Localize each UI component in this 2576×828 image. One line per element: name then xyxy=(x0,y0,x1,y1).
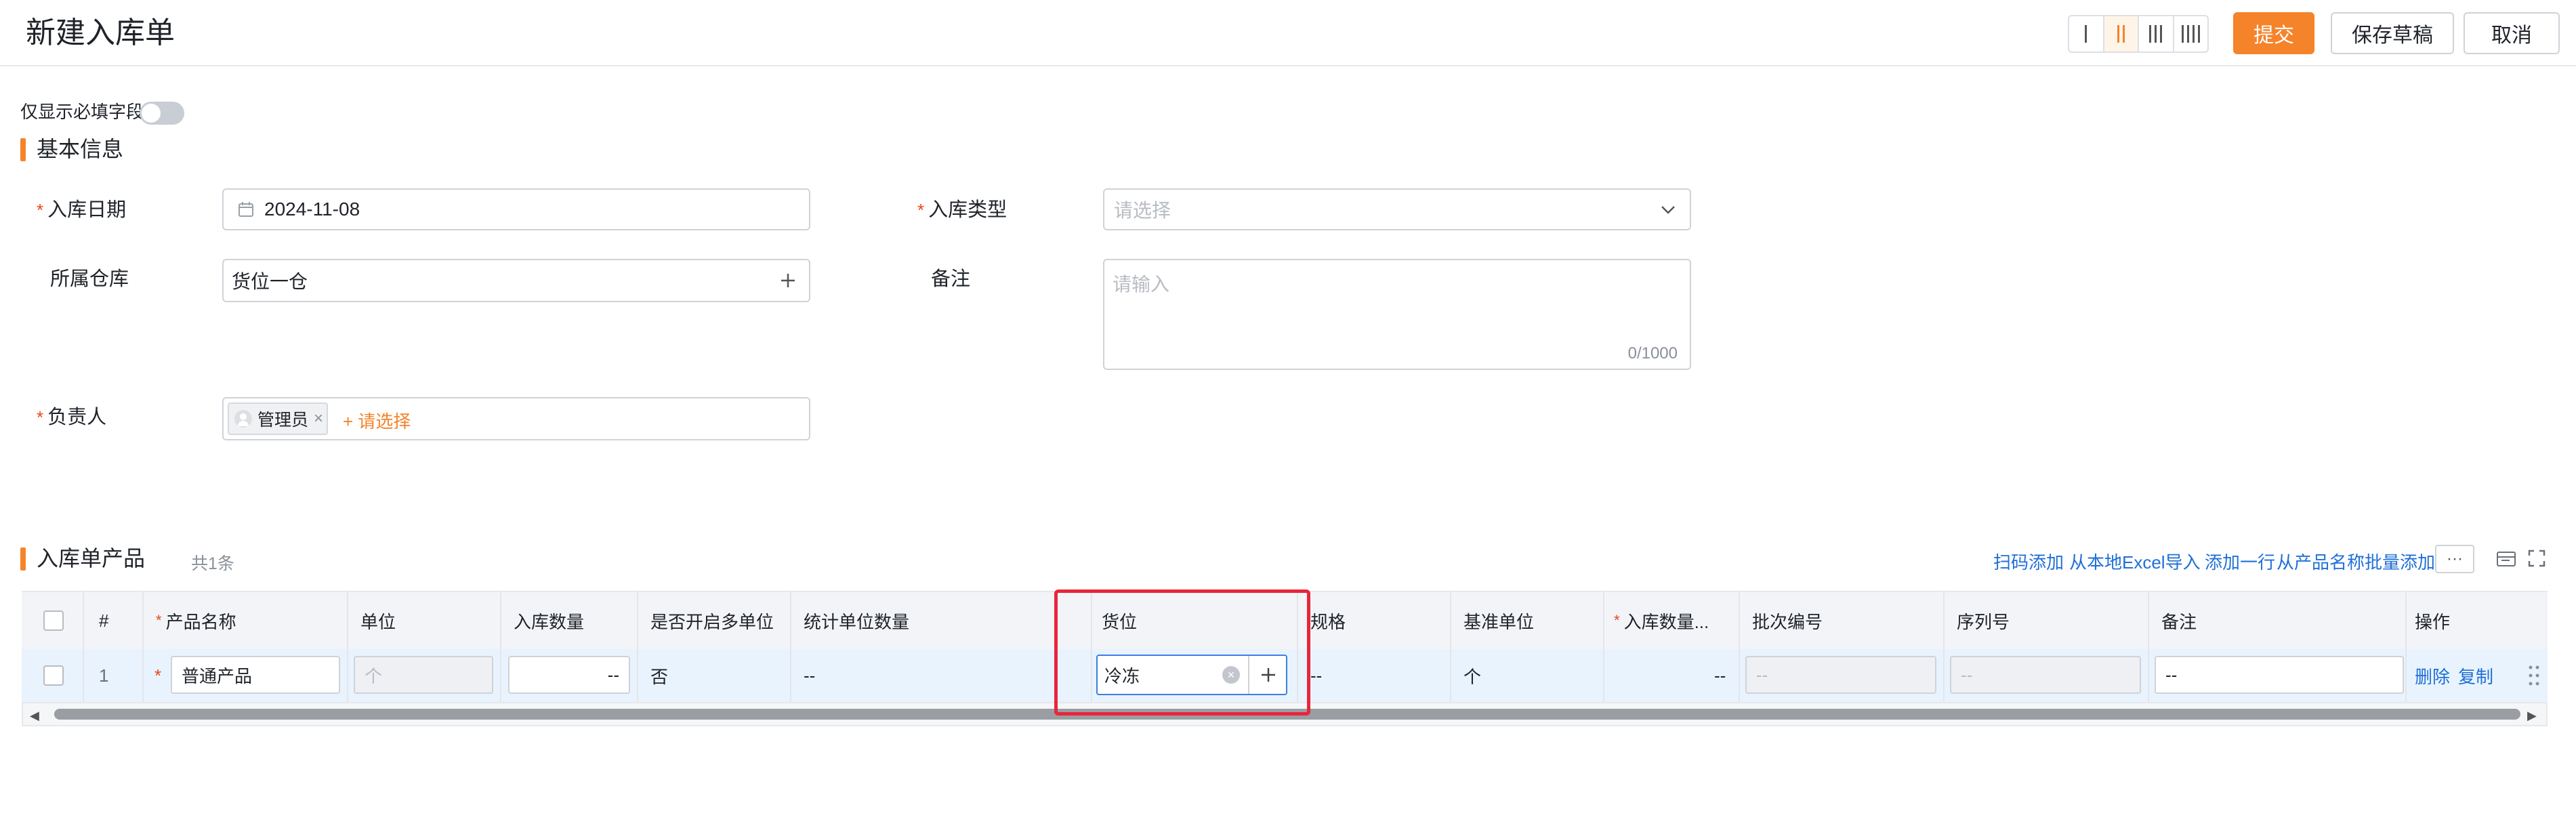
col-ops: 操作 xyxy=(2415,611,2451,632)
warehouse-input[interactable]: 货位一仓 xyxy=(222,259,810,302)
col-index: # xyxy=(99,610,109,631)
col-product-name: * 产品名称 xyxy=(156,592,236,649)
owner-tag: 管理员 × xyxy=(228,402,328,435)
required-mark: * xyxy=(37,407,44,428)
add-row-link[interactable]: 添加一行 xyxy=(2205,549,2275,574)
two-column-icon xyxy=(2117,25,2125,43)
calendar-icon xyxy=(238,202,253,217)
col-serial: 序列号 xyxy=(1957,611,2010,632)
required-mark: * xyxy=(1614,612,1620,629)
select-all-checkbox-cell xyxy=(43,592,64,649)
basic-info-title: 基本信息 xyxy=(37,137,124,161)
owner-label: * 负责人 xyxy=(37,405,106,430)
remark-char-count: 0/1000 xyxy=(1627,344,1678,363)
date-value: 2024-11-08 xyxy=(264,199,360,220)
col-quantity-base: * 入库数量... xyxy=(1614,592,1709,649)
owner-label-text: 负责人 xyxy=(47,407,107,428)
select-all-checkbox[interactable] xyxy=(43,610,64,631)
batch-input: -- xyxy=(1745,656,1936,694)
plus-icon[interactable] xyxy=(779,272,797,289)
layout-4-column-button[interactable] xyxy=(2174,16,2208,51)
save-draft-button[interactable]: 保存草稿 xyxy=(2331,12,2454,54)
scan-add-link[interactable]: 扫码添加 xyxy=(1993,549,2064,574)
date-label-text: 入库日期 xyxy=(47,199,127,221)
col-quantity: 入库数量 xyxy=(514,611,585,632)
cancel-button[interactable]: 取消 xyxy=(2464,12,2560,54)
row-checkbox[interactable] xyxy=(43,665,64,686)
type-select[interactable]: 请选择 xyxy=(1103,188,1691,230)
row-index: 1 xyxy=(99,665,109,686)
multi-unit-value: 否 xyxy=(650,666,669,687)
product-section-title: 入库单产品 xyxy=(37,546,146,571)
spec-value: -- xyxy=(1310,665,1323,686)
section-accent-bar xyxy=(20,547,26,571)
required-mark: * xyxy=(156,612,162,629)
owner-add-link[interactable]: + 请选择 xyxy=(343,408,411,433)
unit-input: 个 xyxy=(354,656,493,694)
chevron-down-icon xyxy=(1661,206,1675,214)
type-label-text: 入库类型 xyxy=(928,199,1007,221)
col-batch: 批次编号 xyxy=(1752,611,1823,632)
col-quantity-base-text: 入库数量... xyxy=(1623,611,1709,632)
warehouse-label: 所属仓库 xyxy=(50,268,129,290)
remark-input[interactable]: -- xyxy=(2155,656,2404,694)
user-avatar-icon xyxy=(234,410,252,428)
product-name-input[interactable]: 普通产品 xyxy=(171,656,340,694)
col-base-unit: 基准单位 xyxy=(1463,611,1535,632)
remove-tag-icon[interactable]: × xyxy=(314,409,323,428)
fullscreen-icon[interactable] xyxy=(2527,549,2546,568)
required-mark: * xyxy=(37,200,44,220)
batch-add-by-name-link[interactable]: 从产品名称批量添加 xyxy=(2277,549,2435,574)
three-column-icon xyxy=(2149,25,2163,43)
warehouse-value: 货位一仓 xyxy=(232,271,308,292)
serial-input: -- xyxy=(1950,656,2141,694)
required-mark: * xyxy=(154,665,162,686)
section-accent-bar xyxy=(20,138,26,161)
four-column-icon xyxy=(2181,25,2200,43)
col-multi-unit: 是否开启多单位 xyxy=(650,611,774,632)
remark-textarea[interactable]: 请输入 0/1000 xyxy=(1103,259,1691,370)
quantity-input[interactable]: -- xyxy=(508,656,630,694)
column-settings-icon[interactable] xyxy=(2496,550,2516,568)
required-mark: * xyxy=(917,200,925,220)
scroll-right-arrow-icon[interactable]: ▶ xyxy=(2527,709,2537,723)
col-spec: 规格 xyxy=(1310,611,1346,632)
type-label: * 入库类型 xyxy=(917,198,1007,222)
type-placeholder: 请选择 xyxy=(1114,200,1171,221)
quantity-base-value: -- xyxy=(1714,665,1726,686)
toggle-knob xyxy=(142,104,161,123)
required-only-toggle[interactable] xyxy=(140,102,184,125)
remark-label: 备注 xyxy=(931,268,971,290)
drag-handle-icon[interactable] xyxy=(2527,664,2541,687)
col-stat-quantity: 统计单位数量 xyxy=(804,611,910,632)
col-remark: 备注 xyxy=(2161,611,2197,632)
layout-3-column-button[interactable] xyxy=(2139,16,2174,51)
owner-input[interactable]: 管理员 × + 请选择 xyxy=(222,397,810,440)
row-checkbox-cell xyxy=(43,649,64,702)
scroll-left-arrow-icon[interactable]: ◀ xyxy=(30,709,39,723)
import-excel-link[interactable]: 从本地Excel导入 xyxy=(2069,549,2201,574)
column-layout-switcher xyxy=(2068,15,2209,53)
remark-placeholder: 请输入 xyxy=(1113,274,1170,295)
more-actions-button[interactable]: ··· xyxy=(2435,545,2474,573)
delete-row-link[interactable]: 删除 xyxy=(2415,649,2450,702)
owner-tag-text: 管理员 xyxy=(257,411,309,430)
layout-2-column-button[interactable] xyxy=(2104,16,2139,51)
submit-button[interactable]: 提交 xyxy=(2233,12,2314,54)
product-count: 共1条 xyxy=(191,554,234,573)
col-unit: 单位 xyxy=(360,611,396,632)
page-title: 新建入库单 xyxy=(26,16,175,49)
date-label: * 入库日期 xyxy=(37,198,126,222)
copy-row-link[interactable]: 复制 xyxy=(2458,649,2493,702)
date-input[interactable]: 2024-11-08 xyxy=(222,188,810,230)
stat-quantity-value: -- xyxy=(804,665,816,686)
base-unit-value: 个 xyxy=(1463,666,1482,687)
one-column-icon xyxy=(2085,25,2087,43)
highlight-box xyxy=(1054,589,1310,716)
col-product-name-text: 产品名称 xyxy=(165,611,236,632)
layout-1-column-button[interactable] xyxy=(2069,16,2104,51)
required-only-label: 仅显示必填字段 xyxy=(20,102,144,122)
